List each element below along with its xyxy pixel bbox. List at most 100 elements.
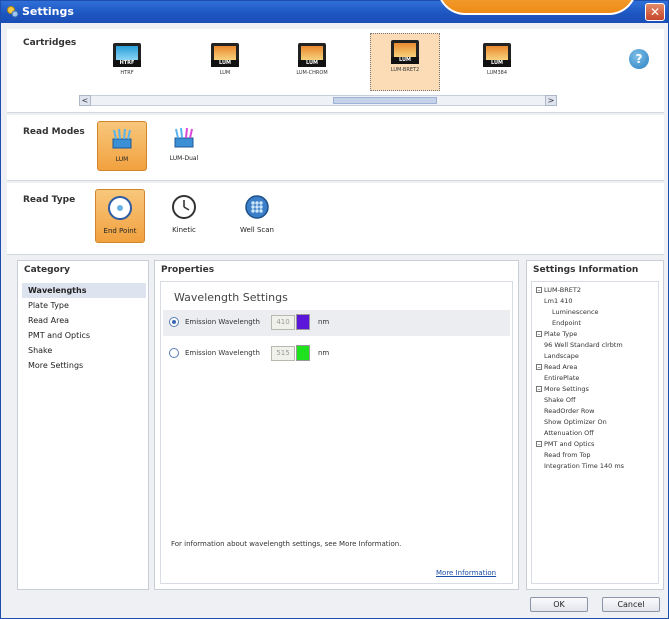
cartridge-caption: LUM-CHROM xyxy=(296,70,328,76)
tree-leaf: Integration Time 140 ms xyxy=(544,462,625,470)
wavelength-unit: nm xyxy=(318,318,330,326)
tree-leaf: ReadOrder Row xyxy=(544,407,595,415)
read-type-caption: Well Scan xyxy=(240,226,274,234)
cartridge-lum-chrom[interactable]: LUM LUM-CHROM xyxy=(277,37,347,89)
luminescence-icon xyxy=(112,128,132,149)
wavelength-unit: nm xyxy=(318,349,330,357)
wavelength-color-swatch xyxy=(296,345,310,361)
tree-node[interactable]: – PMT and Optics xyxy=(536,440,594,448)
read-type-well-scan-button[interactable]: Well Scan xyxy=(232,189,282,243)
luminescence-dual-icon xyxy=(174,127,194,148)
read-type-end-point-button[interactable]: End Point xyxy=(95,189,145,243)
mode-lum-button[interactable]: LUM xyxy=(97,121,147,171)
wavelength-info-text: For information about wavelength setting… xyxy=(171,540,402,548)
wavelength-row: Emission Wavelength 515 nm xyxy=(163,341,510,367)
scroll-right-button[interactable]: > xyxy=(545,95,557,106)
cancel-button[interactable]: Cancel xyxy=(602,597,660,612)
window-title: Settings xyxy=(22,5,74,18)
properties-content: Wavelength Settings Emission Wavelength … xyxy=(160,281,513,584)
help-icon: ? xyxy=(635,52,643,66)
category-item-more-settings[interactable]: More Settings xyxy=(22,358,146,373)
wavelength-row: Emission Wavelength 410 nm xyxy=(163,310,510,336)
wavelength-color-swatch xyxy=(296,314,310,330)
ok-button[interactable]: OK xyxy=(530,597,588,612)
cartridge-lum384[interactable]: LUM LUM384 xyxy=(462,37,532,89)
help-button[interactable]: ? xyxy=(629,49,649,69)
cartridge-caption: HTRF xyxy=(120,70,134,76)
read-modes-label: Read Modes xyxy=(23,127,85,137)
collapse-icon: – xyxy=(536,441,542,448)
category-item-read-area[interactable]: Read Area xyxy=(22,313,146,328)
category-item-wavelengths[interactable]: Wavelengths xyxy=(22,283,146,298)
cartridge-lum[interactable]: LUM LUM xyxy=(190,37,260,89)
tree-node[interactable]: – Plate Type xyxy=(536,330,577,338)
collapse-icon: – xyxy=(536,331,542,338)
category-item-plate-type[interactable]: Plate Type xyxy=(22,298,146,313)
collapse-icon: – xyxy=(536,287,542,294)
tree-leaf: Endpoint xyxy=(552,319,581,327)
tree-leaf: Luminescence xyxy=(552,308,599,316)
collapse-icon: – xyxy=(536,386,542,393)
settings-information-panel: Settings Information – LUM-BRET2 Lm1 410 … xyxy=(526,260,664,590)
tree-leaf: Shake Off xyxy=(544,396,576,404)
read-type-caption: End Point xyxy=(103,227,137,235)
chevron-right-icon: > xyxy=(547,96,555,105)
wavelength-input[interactable]: 515 xyxy=(271,346,295,361)
settings-icon xyxy=(7,6,19,18)
wavelength-radio[interactable] xyxy=(169,348,179,358)
tree-leaf: Attenuation Off xyxy=(544,429,594,437)
mode-caption: LUM xyxy=(115,156,129,163)
tree-leaf: EntirePlate xyxy=(544,374,580,382)
more-information-link[interactable]: More Information xyxy=(436,569,496,577)
tree-leaf: Read from Top xyxy=(544,451,591,459)
settings-information-tree: – LUM-BRET2 Lm1 410 Luminescence Endpoint… xyxy=(531,281,659,584)
cartridge-icon: HTRF xyxy=(113,43,141,67)
read-modes-section: Read Modes LUM LUM-Dual xyxy=(7,115,664,181)
cartridge-icon: LUM xyxy=(211,43,239,67)
tree-leaf: Landscape xyxy=(544,352,579,360)
settings-information-header: Settings Information xyxy=(533,265,639,275)
wavelength-label: Emission Wavelength xyxy=(185,318,260,326)
cartridge-htrf[interactable]: HTRF HTRF xyxy=(92,37,162,89)
read-type-kinetic-button[interactable]: Kinetic xyxy=(162,189,206,243)
cartridge-icon: LUM xyxy=(391,40,419,64)
cartridge-caption: LUM384 xyxy=(486,70,508,76)
cartridge-lum-bret2[interactable]: LUM LUM-BRET2 xyxy=(370,33,440,91)
scroll-left-button[interactable]: < xyxy=(79,95,91,106)
clock-icon xyxy=(172,195,196,219)
category-item-shake[interactable]: Shake xyxy=(22,343,146,358)
mode-caption: LUM-Dual xyxy=(169,155,199,162)
read-type-label: Read Type xyxy=(23,195,76,205)
category-item-pmt-optics[interactable]: PMT and Optics xyxy=(22,328,146,343)
tree-leaf: Lm1 410 xyxy=(544,297,573,305)
cartridge-caption: LUM xyxy=(219,70,231,76)
tree-node[interactable]: – LUM-BRET2 xyxy=(536,286,581,294)
cartridge-scrollbar[interactable]: < > xyxy=(79,95,557,106)
properties-header: Properties xyxy=(161,265,215,275)
wavelength-settings-title: Wavelength Settings xyxy=(174,291,288,304)
brand-badge xyxy=(437,0,637,15)
collapse-icon: – xyxy=(536,364,542,371)
mode-lum-dual-button[interactable]: LUM-Dual xyxy=(159,121,209,171)
cartridges-label: Cartridges xyxy=(23,38,77,48)
chevron-left-icon: < xyxy=(81,96,89,105)
read-type-caption: Kinetic xyxy=(172,226,196,234)
well-scan-icon xyxy=(245,195,269,219)
scroll-thumb[interactable] xyxy=(333,97,437,104)
tree-leaf: Show Optimizer On xyxy=(544,418,607,426)
category-panel: Category Wavelengths Plate Type Read Are… xyxy=(17,260,149,590)
close-button[interactable]: ✕ xyxy=(645,3,665,21)
wavelength-radio[interactable] xyxy=(169,317,179,327)
wavelength-label: Emission Wavelength xyxy=(185,349,260,357)
cartridge-icon: LUM xyxy=(298,43,326,67)
wavelength-input[interactable]: 410 xyxy=(271,315,295,330)
category-list: Wavelengths Plate Type Read Area PMT and… xyxy=(22,283,146,373)
tree-node[interactable]: – More Settings xyxy=(536,385,589,393)
cartridges-section: Cartridges HTRF HTRF LUM LUM LUM LUM-CHR… xyxy=(7,29,664,113)
category-header: Category xyxy=(24,265,71,275)
tree-node[interactable]: – Read Area xyxy=(536,363,577,371)
close-icon: ✕ xyxy=(649,5,661,19)
properties-panel: Properties Wavelength Settings Emission … xyxy=(154,260,519,590)
read-type-section: Read Type End Point Kinetic Well Scan xyxy=(7,183,664,255)
tree-leaf: 96 Well Standard clrbtm xyxy=(544,341,623,349)
